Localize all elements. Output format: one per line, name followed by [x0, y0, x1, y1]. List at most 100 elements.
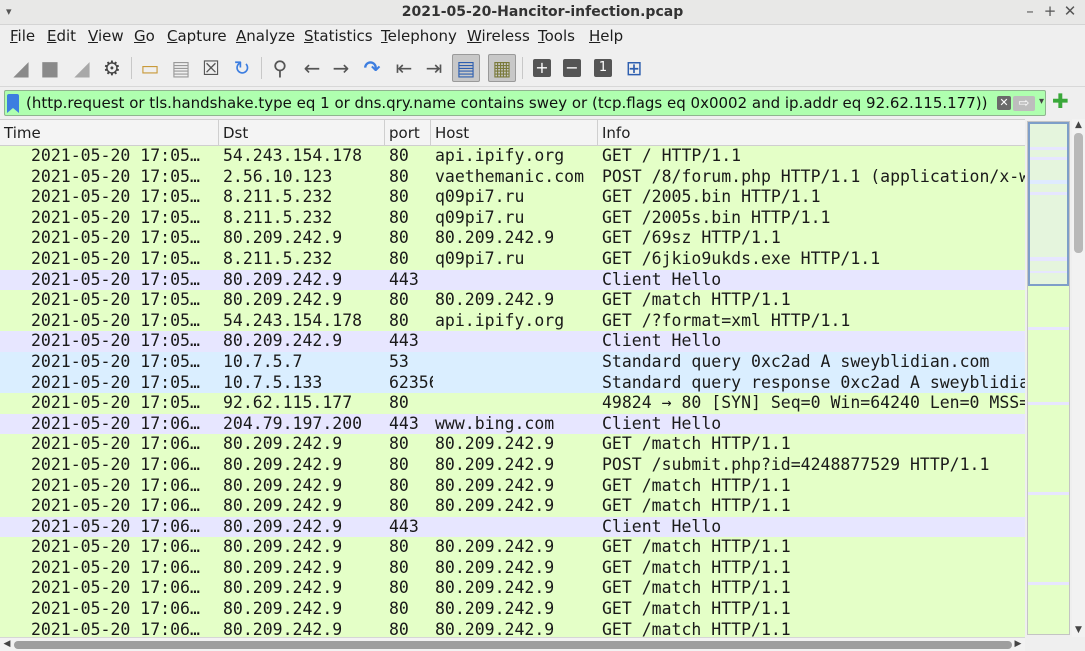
reload-icon[interactable]: ↻ — [228, 54, 256, 82]
shark-fin-start-icon[interactable]: ◢ — [7, 54, 35, 82]
scroll-left-icon[interactable]: ◀ — [1, 638, 13, 651]
cell-dst: 10.7.5.133 — [223, 372, 323, 392]
packet-row[interactable]: 2021-05-20 17:06… 80.209.242.9 80 80.209.24… — [0, 475, 1025, 497]
packet-row[interactable]: 2021-05-20 17:06… 204.79.197.200 443 www.bi… — [0, 413, 1025, 435]
arrow-left-icon[interactable]: ← — [298, 54, 326, 82]
horizontal-scroll-thumb[interactable] — [14, 641, 1012, 649]
maximize-icon[interactable]: + — [1042, 2, 1058, 20]
scroll-up-icon[interactable]: ▲ — [1072, 119, 1085, 131]
packet-row[interactable]: 2021-05-20 17:06… 80.209.242.9 80 80.209.24… — [0, 496, 1025, 517]
resize-columns-icon[interactable]: ⊞ — [620, 54, 648, 82]
cell-port: 80 — [389, 310, 409, 330]
cell-time: 2021-05-20 17:06… — [31, 537, 200, 557]
packet-row[interactable]: 2021-05-20 17:06… 80.209.242.9 80 80.209.24… — [0, 557, 1025, 579]
cell-dst: 8.211.5.232 — [223, 207, 333, 227]
folder-open-icon[interactable]: ▭ — [136, 54, 164, 82]
zoom-in-icon[interactable]: + — [528, 54, 556, 82]
packet-row[interactable]: 2021-05-20 17:06… 80.209.242.9 80 80.209.24… — [0, 619, 1025, 637]
packet-row[interactable]: 2021-05-20 17:05… 54.243.154.178 80 api.ipi… — [0, 310, 1025, 332]
colorize-icon[interactable]: ▦ — [488, 54, 516, 82]
menu-view[interactable]: View — [88, 27, 124, 45]
column-header-host[interactable]: Host — [431, 120, 598, 146]
cell-info: Client Hello — [602, 516, 722, 536]
cell-time: 2021-05-20 17:05… — [31, 290, 200, 310]
column-header-time[interactable]: Time — [0, 120, 219, 146]
cell-time: 2021-05-20 17:05… — [31, 207, 200, 227]
scroll-right-icon[interactable]: ▶ — [1012, 638, 1024, 651]
cell-host: 80.209.242.9 — [435, 557, 555, 577]
autoscroll-icon[interactable]: ▤ — [452, 54, 480, 82]
scroll-down-icon[interactable]: ▼ — [1072, 624, 1085, 636]
shark-fin-restart-icon[interactable]: ◢ — [68, 54, 96, 82]
file-save-icon[interactable]: ▤ — [167, 54, 195, 82]
minimap-viewport[interactable] — [1028, 122, 1069, 286]
packet-row[interactable]: 2021-05-20 17:05… 10.7.5.133 62356 Standard… — [0, 372, 1025, 394]
menu-analyze[interactable]: Analyze — [236, 27, 295, 45]
packet-row[interactable]: 2021-05-20 17:06… 80.209.242.9 443 Client H… — [0, 516, 1025, 538]
packet-row[interactable]: 2021-05-20 17:06… 80.209.242.9 80 80.209.24… — [0, 454, 1025, 476]
packet-row[interactable]: 2021-05-20 17:05… 2.56.10.123 80 vaethemani… — [0, 166, 1025, 188]
toolbar-separator — [131, 57, 132, 79]
packet-row[interactable]: 2021-05-20 17:05… 8.211.5.232 80 q09pi7.ru G… — [0, 207, 1025, 229]
stop-square-icon[interactable]: ■ — [36, 54, 64, 82]
menu-go[interactable]: Go — [134, 27, 155, 45]
cell-dst: 10.7.5.7 — [223, 351, 303, 371]
packet-row[interactable]: 2021-05-20 17:05… 92.62.115.177 80 49824 → … — [0, 393, 1025, 414]
cell-time: 2021-05-20 17:06… — [31, 496, 200, 516]
menu-file[interactable]: File — [10, 27, 35, 45]
display-filter-text[interactable]: (http.request or tls.handshake.type eq 1… — [26, 94, 992, 112]
column-header-info[interactable]: Info — [598, 120, 1025, 146]
filter-bookmark-icon[interactable] — [7, 94, 19, 113]
menu-telephony[interactable]: Telephony — [381, 27, 457, 45]
packet-row[interactable]: 2021-05-20 17:05… 80.209.242.9 80 80.209.24… — [0, 228, 1025, 249]
last-packet-icon[interactable]: ⇥ — [420, 54, 448, 82]
arrow-right-icon[interactable]: → — [327, 54, 355, 82]
first-packet-icon[interactable]: ⇤ — [390, 54, 418, 82]
cell-info: GET /2005.bin HTTP/1.1 — [602, 187, 821, 207]
packet-row[interactable]: 2021-05-20 17:05… 10.7.5.7 53 Standard quer… — [0, 351, 1025, 373]
normal-size-icon[interactable]: 1 — [589, 54, 617, 82]
horizontal-scrollbar[interactable]: ◀ ▶ — [0, 637, 1025, 651]
menu-help[interactable]: Help — [589, 27, 623, 45]
cell-port: 80 — [389, 187, 409, 207]
packet-row[interactable]: 2021-05-20 17:05… 8.211.5.232 80 q09pi7.ru G… — [0, 248, 1025, 270]
packet-row[interactable]: 2021-05-20 17:05… 54.243.154.178 80 api.ipi… — [0, 146, 1025, 167]
gear-options-icon[interactable]: ⚙ — [98, 54, 126, 82]
packet-row[interactable]: 2021-05-20 17:05… 80.209.242.9 443 Client H… — [0, 331, 1025, 352]
zoom-out-icon[interactable]: − — [558, 54, 586, 82]
close-file-icon[interactable]: ☒ — [197, 54, 225, 82]
packet-row[interactable]: 2021-05-20 17:05… 80.209.242.9 443 Client H… — [0, 269, 1025, 291]
column-header-dst[interactable]: Dst — [219, 120, 385, 146]
menu-tools[interactable]: Tools — [538, 27, 575, 45]
minimize-icon[interactable]: – — [1022, 2, 1038, 20]
menu-capture[interactable]: Capture — [167, 27, 227, 45]
vertical-scrollbar[interactable]: ▲ ▼ — [1072, 119, 1085, 637]
filter-history-dropdown-icon[interactable]: ▾ — [1039, 96, 1044, 107]
cell-dst: 8.211.5.232 — [223, 187, 333, 207]
cell-info: GET /?format=xml HTTP/1.1 — [602, 310, 851, 330]
packet-row[interactable]: 2021-05-20 17:06… 80.209.242.9 80 80.209.24… — [0, 578, 1025, 600]
close-icon[interactable]: ✕ — [1062, 2, 1078, 20]
clear-filter-icon[interactable]: ✕ — [997, 96, 1011, 110]
column-header-port[interactable]: port — [385, 120, 431, 146]
cell-dst: 2.56.10.123 — [223, 166, 333, 186]
toolbar-separator — [522, 57, 523, 79]
cell-info: Standard query 0xc2ad A sweyblidian.com — [602, 351, 990, 371]
packet-minimap[interactable] — [1027, 121, 1070, 635]
packet-row[interactable]: 2021-05-20 17:06… 80.209.242.9 80 80.209.24… — [0, 537, 1025, 558]
add-filter-button-icon[interactable]: ✚ — [1052, 91, 1069, 111]
jump-to-icon[interactable]: ↷ — [358, 54, 386, 82]
cell-time: 2021-05-20 17:05… — [31, 393, 200, 413]
magnifier-search-icon[interactable]: ⚲ — [266, 54, 294, 82]
packet-row[interactable]: 2021-05-20 17:05… 8.211.5.232 80 q09pi7.ru G… — [0, 187, 1025, 208]
packet-row[interactable]: 2021-05-20 17:05… 80.209.242.9 80 80.209.24… — [0, 290, 1025, 311]
packet-rows: 2021-05-20 17:05… 54.243.154.178 80 api.ipi… — [0, 146, 1025, 637]
menu-statistics[interactable]: Statistics — [304, 27, 373, 45]
apply-filter-icon[interactable]: ⇨ — [1013, 96, 1035, 111]
menu-edit[interactable]: Edit — [47, 27, 76, 45]
packet-row[interactable]: 2021-05-20 17:06… 80.209.242.9 80 80.209.24… — [0, 434, 1025, 455]
display-filter-input[interactable]: (http.request or tls.handshake.type eq 1… — [4, 90, 1046, 116]
packet-row[interactable]: 2021-05-20 17:06… 80.209.242.9 80 80.209.24… — [0, 599, 1025, 620]
menu-wireless[interactable]: Wireless — [467, 27, 530, 45]
vertical-scroll-thumb[interactable] — [1074, 133, 1083, 253]
